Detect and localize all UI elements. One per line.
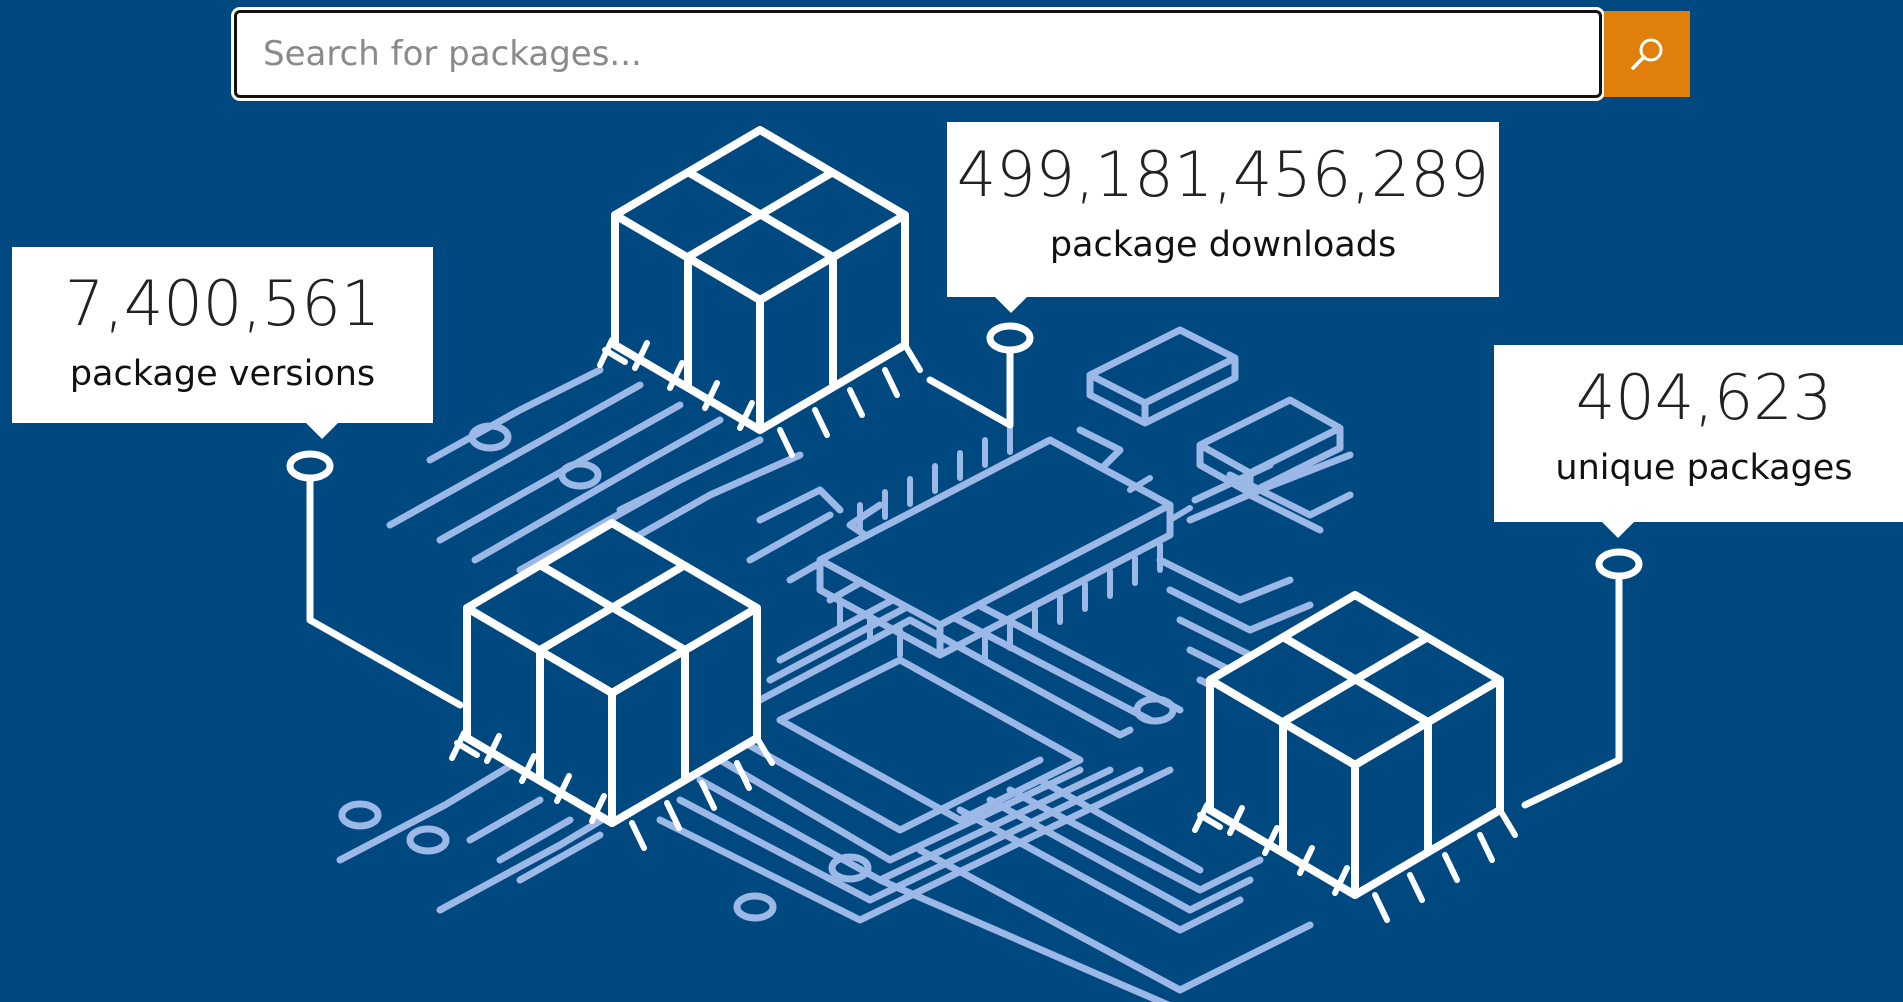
stat-label: unique packages [1555, 448, 1853, 488]
stat-package-versions: 7,400,561 package versions [12, 247, 433, 439]
stat-value: 404,623 [1575, 361, 1833, 434]
stat-label: package downloads [1049, 225, 1397, 265]
hero-section: 7,400,561 package versions 499,181,456,2… [0, 0, 1903, 1002]
stat-value: 7,400,561 [64, 267, 381, 340]
search-input[interactable] [231, 7, 1605, 101]
search-bar [231, 7, 1690, 101]
search-icon [1631, 38, 1663, 70]
package-box-right [1206, 591, 1504, 899]
stat-unique-packages: 404,623 unique packages [1494, 345, 1903, 538]
stat-label: package versions [69, 354, 376, 394]
package-box-top [611, 126, 909, 434]
package-box-left [463, 519, 761, 827]
stat-package-downloads: 499,181,456,289 package downloads [947, 122, 1499, 313]
search-button[interactable] [1604, 11, 1690, 97]
stat-value: 499,181,456,289 [956, 138, 1490, 211]
small-chips [1086, 326, 1344, 497]
